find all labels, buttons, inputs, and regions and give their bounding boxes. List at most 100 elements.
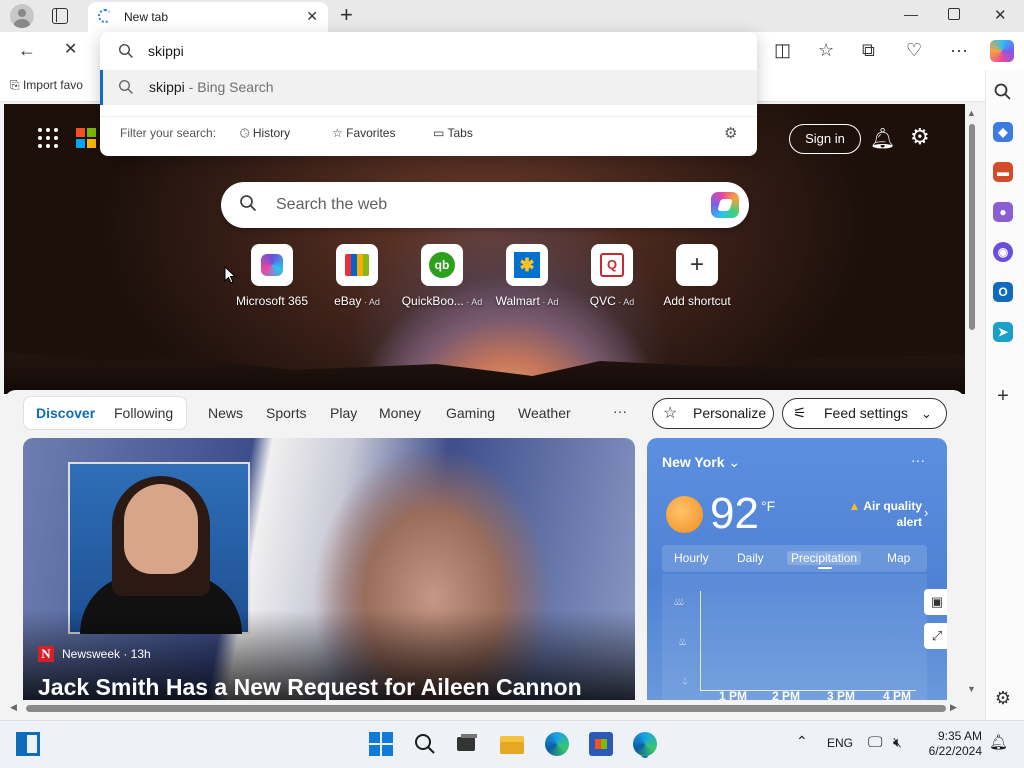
edge-active-taskbar-icon[interactable] [633, 732, 657, 756]
weather-tab-hourly[interactable]: Hourly [674, 551, 709, 565]
stop-loading-button[interactable]: ✕ [64, 40, 77, 60]
image-icon[interactable]: ▣ [924, 589, 947, 615]
feed-more-button[interactable]: ··· [613, 403, 627, 419]
profile-avatar[interactable] [10, 4, 34, 28]
search-filter-bar: Filter your search: 🕓︎ History ☆ Favorit… [100, 116, 757, 148]
tools-icon[interactable]: ▬ [993, 162, 1013, 182]
network-icon[interactable]: 🖵︎ [868, 734, 882, 751]
filter-favorites[interactable]: ☆ Favorites [332, 126, 395, 140]
shortcut-name: Walmart [495, 294, 540, 308]
horizontal-scroll-thumb[interactable] [26, 705, 946, 712]
add-shortcut-button[interactable]: + Add shortcut [652, 244, 742, 308]
notifications-bell-icon[interactable]: 🔔︎ [870, 126, 895, 151]
chevron-down-icon: ⌄ [921, 406, 932, 421]
store-icon[interactable] [589, 732, 613, 756]
scroll-up-arrow-icon[interactable]: ▲ [967, 108, 976, 118]
filter-tabs[interactable]: ▭ Tabs [433, 126, 473, 140]
news-headline[interactable]: Jack Smith Has a New Request for Aileen … [38, 674, 582, 700]
shopping-tag-icon[interactable]: ◆ [993, 122, 1013, 142]
clock-date: 6/22/2024 [928, 744, 982, 758]
tab-actions-icon[interactable] [52, 8, 68, 24]
address-bar[interactable]: skippi [100, 32, 757, 70]
tab-discover[interactable]: Discover [36, 405, 95, 421]
people-icon[interactable]: ● [993, 202, 1013, 222]
import-favorites-link[interactable]: ⎘ Import favo [10, 78, 83, 93]
tab-news[interactable]: News [208, 405, 243, 421]
shortcut-microsoft-365[interactable]: Microsoft 365 [227, 244, 317, 308]
shortcut-walmart[interactable]: ✱ Walmart · Ad [482, 244, 572, 308]
language-indicator[interactable]: ENG [827, 736, 853, 750]
tab-sports[interactable]: Sports [266, 405, 306, 421]
filter-history[interactable]: 🕓︎ History [240, 126, 290, 141]
scroll-right-arrow-icon[interactable]: ▶ [950, 702, 957, 713]
new-tab-button[interactable]: + [340, 4, 353, 26]
apps-launcher-icon[interactable] [38, 128, 58, 148]
telegram-icon[interactable]: ➤ [993, 322, 1013, 342]
copilot-sidebar-icon[interactable] [990, 40, 1014, 62]
shortcut-quickbooks[interactable]: qb QuickBoo... · Ad [397, 244, 487, 308]
scroll-left-arrow-icon[interactable]: ◀ [10, 702, 17, 713]
notifications-icon[interactable]: 🔔︎ [989, 733, 1008, 751]
taskbar-search-icon[interactable] [413, 732, 437, 756]
outlook-icon[interactable]: O [993, 282, 1013, 302]
volume-muted-icon[interactable]: 🔇︎ [893, 734, 902, 751]
page-settings-gear-icon[interactable]: ⚙ [910, 124, 930, 150]
collections-icon[interactable]: ⧉ [862, 40, 875, 60]
sidebar-settings-icon[interactable]: ⚙ [993, 688, 1013, 708]
feed-settings-button[interactable]: ⚟ Feed settings ⌄ [782, 398, 947, 429]
back-button[interactable]: ← [18, 40, 36, 60]
clock[interactable]: 9:35 AM 6/22/2024 [920, 729, 982, 759]
rock-silhouette [4, 352, 965, 394]
minimize-button[interactable]: — [904, 6, 918, 22]
favorites-icon[interactable]: ☆ [818, 40, 834, 60]
browser-essentials-icon[interactable]: ♡ [906, 40, 922, 60]
weather-more-button[interactable]: ··· [911, 452, 925, 468]
weather-card[interactable]: New York ⌄ ··· 92 °F ▲ Air quality alert… [647, 438, 947, 700]
air-quality-alert[interactable]: ▲ Air quality alert [842, 498, 922, 530]
ad-tag: · Ad [615, 297, 635, 307]
weather-unit[interactable]: °F [761, 498, 775, 514]
search-icon[interactable] [993, 82, 1013, 102]
search-suggestion[interactable]: skippi - Bing Search [100, 70, 757, 105]
expand-icon[interactable]: ⤢ [924, 623, 947, 649]
weather-tab-precipitation[interactable]: Precipitation [787, 551, 862, 565]
widgets-icon[interactable] [16, 732, 40, 756]
start-windows-icon[interactable] [369, 732, 393, 756]
chevron-right-icon[interactable]: › [924, 505, 928, 520]
scroll-down-arrow-icon[interactable]: ▼ [967, 684, 976, 694]
vertical-scroll-thumb[interactable] [969, 124, 975, 330]
news-card[interactable]: N Newsweek · 13h Jack Smith Has a New Re… [23, 438, 635, 700]
tab-close-icon[interactable]: ✕ [306, 8, 318, 25]
vertical-scrollbar[interactable]: ▲ ▼ [966, 104, 978, 698]
weather-tab-map[interactable]: Map [887, 551, 910, 565]
shortcut-qvc[interactable]: Q QVC · Ad [567, 244, 657, 308]
copilot-icon[interactable] [711, 192, 739, 218]
shortcut-ebay[interactable]: eBay · Ad [312, 244, 402, 308]
web-search-box[interactable]: Search the web [221, 182, 749, 228]
horizontal-scrollbar[interactable]: ◀ ▶ [4, 700, 966, 718]
browser-tab[interactable]: New tab ✕ [88, 2, 328, 32]
microsoft365-icon[interactable]: ◉ [993, 242, 1013, 262]
restore-button[interactable] [948, 8, 960, 20]
split-screen-icon[interactable]: ◫ [774, 40, 791, 60]
tab-weather[interactable]: Weather [518, 405, 571, 421]
search-icon [118, 79, 133, 94]
edge-taskbar-icon[interactable] [545, 732, 569, 756]
personalize-button[interactable]: ☆ Personalize [652, 398, 774, 429]
tab-money[interactable]: Money [379, 405, 421, 421]
add-sidebar-app-icon[interactable]: + [993, 385, 1013, 407]
weather-tab-daily[interactable]: Daily [737, 551, 764, 565]
chevron-up-icon[interactable]: ⌃ [796, 733, 808, 750]
settings-more-icon[interactable]: ··· [950, 40, 968, 60]
weather-location[interactable]: New York ⌄ [662, 454, 740, 471]
window-close-button[interactable]: ✕ [994, 6, 1007, 24]
tab-play[interactable]: Play [330, 405, 357, 421]
tab-gaming[interactable]: Gaming [446, 405, 495, 421]
task-view-icon[interactable] [455, 732, 479, 756]
sunny-weather-icon [666, 496, 703, 533]
address-input-value[interactable]: skippi [148, 43, 184, 59]
tab-following[interactable]: Following [114, 405, 173, 421]
filter-settings-gear-icon[interactable]: ⚙ [724, 124, 737, 142]
file-explorer-icon[interactable] [500, 732, 524, 756]
sign-in-button[interactable]: Sign in [789, 124, 861, 154]
